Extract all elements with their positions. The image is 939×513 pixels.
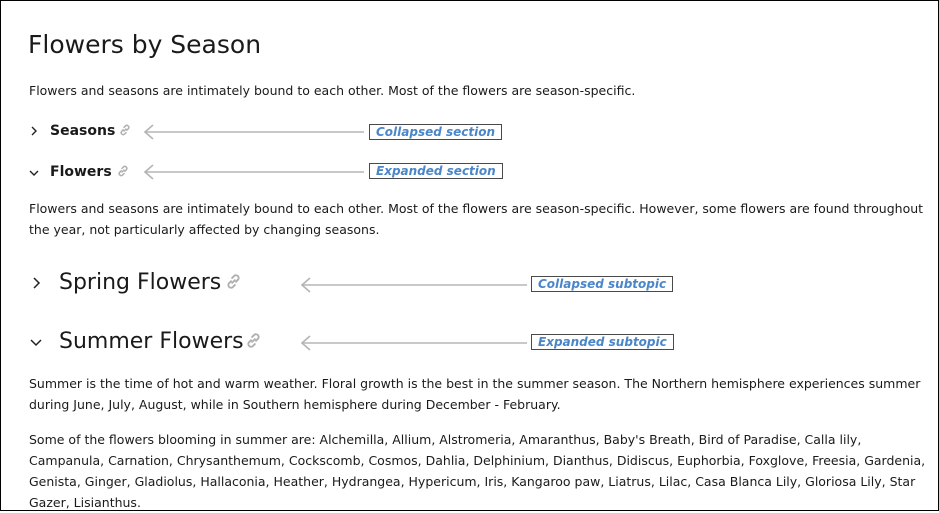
chevron-right-icon	[30, 276, 42, 290]
section-label-flowers: Flowers	[50, 164, 112, 180]
chevron-right-icon	[28, 125, 40, 137]
intro-text: Flowers and seasons are intimately bound…	[29, 83, 636, 98]
callout-collapsed-section: Collapsed section	[369, 124, 503, 140]
arrow-left-icon	[144, 164, 366, 180]
subtopic-spring-flowers[interactable]: Spring Flowers	[28, 268, 253, 298]
link-icon[interactable]	[224, 272, 243, 291]
arrow-left-icon	[301, 277, 529, 293]
subtopic-label-spring: Spring Flowers	[59, 270, 222, 295]
section-label-seasons: Seasons	[50, 123, 116, 139]
section-seasons[interactable]: Seasons	[28, 122, 138, 142]
section-flowers[interactable]: Flowers	[28, 163, 138, 183]
flowers-section-text: Flowers and seasons are intimately bound…	[29, 201, 924, 237]
link-icon[interactable]	[118, 123, 132, 137]
arrow-left-icon	[301, 335, 529, 351]
chevron-down-icon	[29, 336, 43, 348]
callout-expanded-section: Expanded section	[369, 163, 503, 179]
link-icon[interactable]	[244, 331, 263, 350]
summer-paragraph-2: Some of the flowers blooming in summer a…	[29, 432, 926, 510]
subtopic-summer-flowers[interactable]: Summer Flowers	[28, 326, 273, 356]
callout-expanded-subtopic: Expanded subtopic	[531, 334, 674, 350]
callout-collapsed-subtopic: Collapsed subtopic	[531, 276, 674, 292]
arrow-left-icon	[144, 124, 366, 140]
link-icon[interactable]	[116, 164, 130, 178]
chevron-down-icon	[28, 167, 40, 179]
summer-paragraph-1: Summer is the time of hot and warm weath…	[29, 376, 921, 412]
page-title: Flowers by Season	[28, 30, 262, 59]
subtopic-label-summer: Summer Flowers	[59, 329, 244, 354]
